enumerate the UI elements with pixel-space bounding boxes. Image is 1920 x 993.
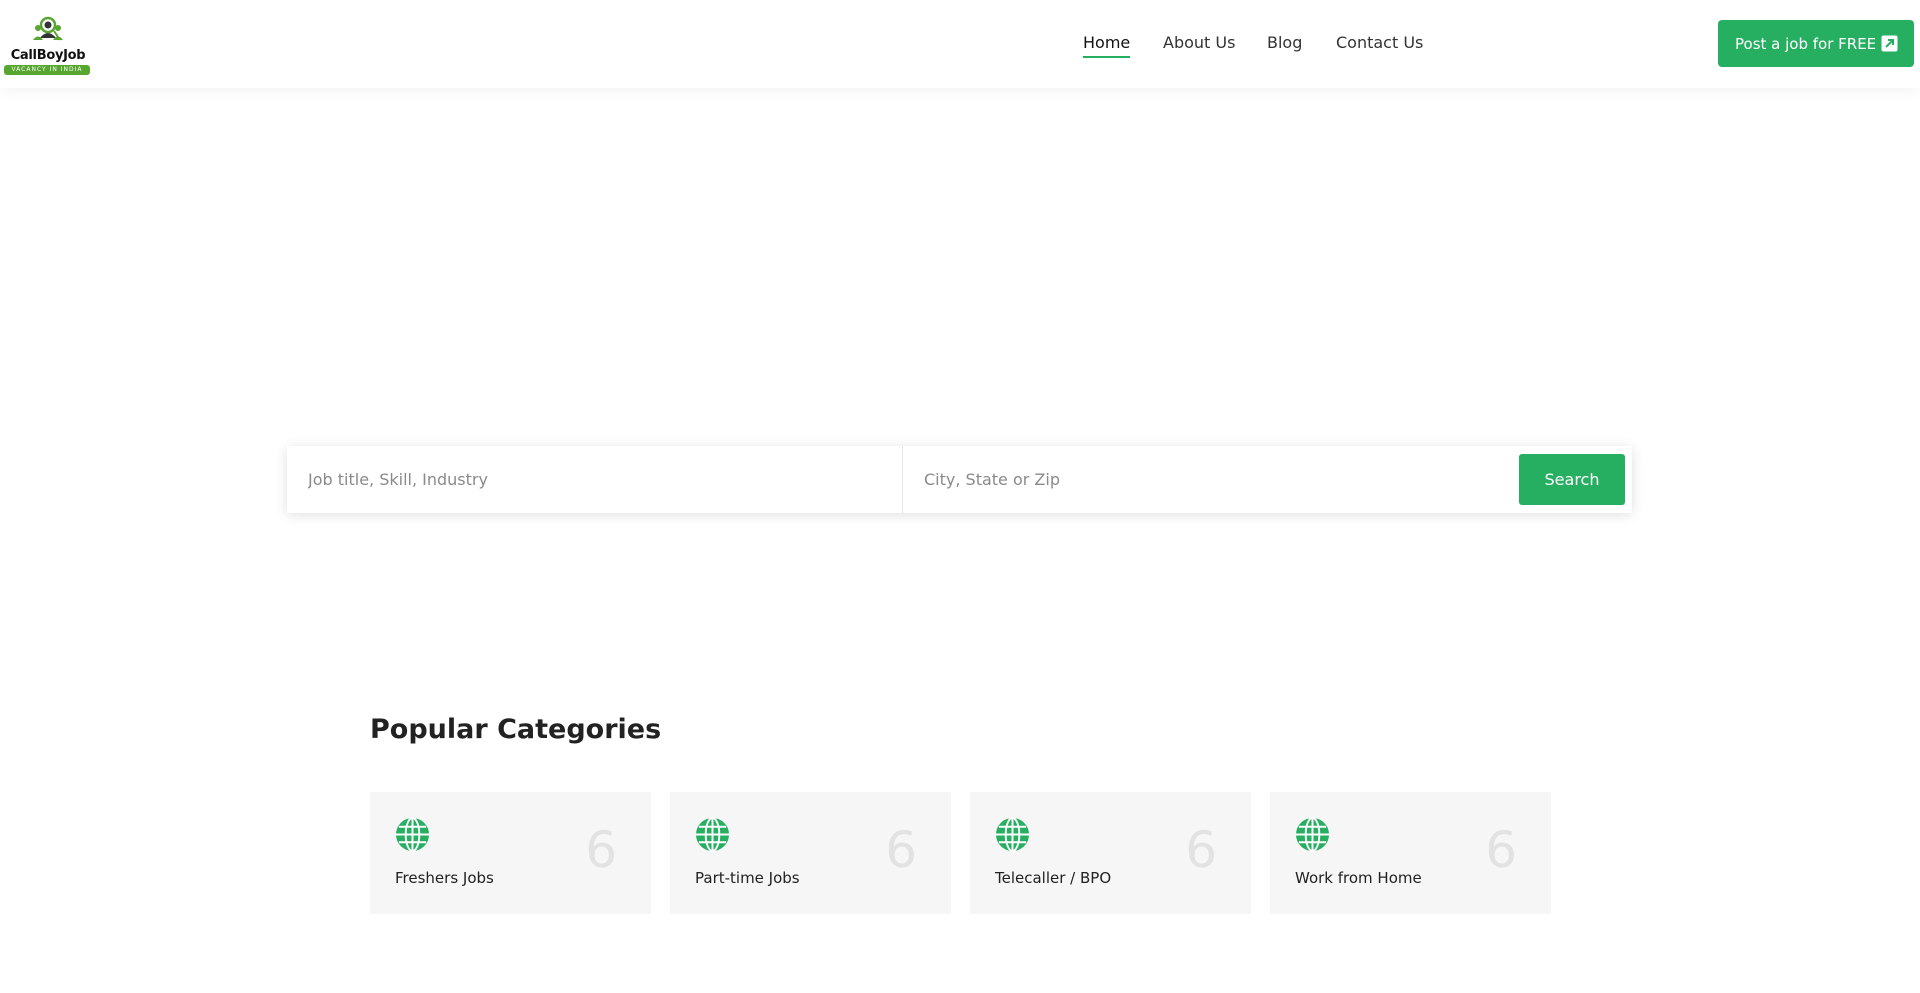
globe-icon [995,817,1030,852]
category-card-telecaller-bpo[interactable]: Telecaller / BPO 6 [970,792,1251,914]
brand-tagline: VACANCY IN INDIA [4,65,90,75]
category-card-part-time-jobs[interactable]: Part-time Jobs 6 [670,792,951,914]
nav-item-blog[interactable]: Blog [1267,33,1302,53]
headset-user-icon [33,16,63,41]
post-job-button[interactable]: Post a job for FREE [1718,20,1914,67]
category-label: Telecaller / BPO [995,869,1112,887]
popular-categories-title: Popular Categories [370,714,662,745]
site-header: CallBoyJob VACANCY IN INDIA Home About U… [0,0,1920,88]
category-count: 6 [885,821,917,879]
category-count: 6 [585,821,617,879]
category-label: Freshers Jobs [395,869,494,887]
keyword-input[interactable] [287,446,902,513]
category-label: Work from Home [1295,869,1422,887]
category-label: Part-time Jobs [695,869,800,887]
job-search-bar: Search [287,446,1632,513]
category-count: 6 [1485,821,1517,879]
site-logo[interactable]: CallBoyJob VACANCY IN INDIA [4,14,92,78]
nav-item-about-us[interactable]: About Us [1163,33,1235,53]
category-card-work-from-home[interactable]: Work from Home 6 [1270,792,1551,914]
search-button[interactable]: Search [1519,454,1625,505]
nav-item-contact-us[interactable]: Contact Us [1336,33,1423,53]
post-job-label: Post a job for FREE [1735,34,1877,53]
external-link-icon [1881,35,1898,52]
brand-name: CallBoyJob [10,48,86,63]
category-count: 6 [1185,821,1217,879]
globe-icon [395,817,430,852]
location-input[interactable] [903,446,1403,513]
globe-icon [695,817,730,852]
category-card-freshers-jobs[interactable]: Freshers Jobs 6 [370,792,651,914]
globe-icon [1295,817,1330,852]
nav-item-home[interactable]: Home [1083,33,1131,58]
